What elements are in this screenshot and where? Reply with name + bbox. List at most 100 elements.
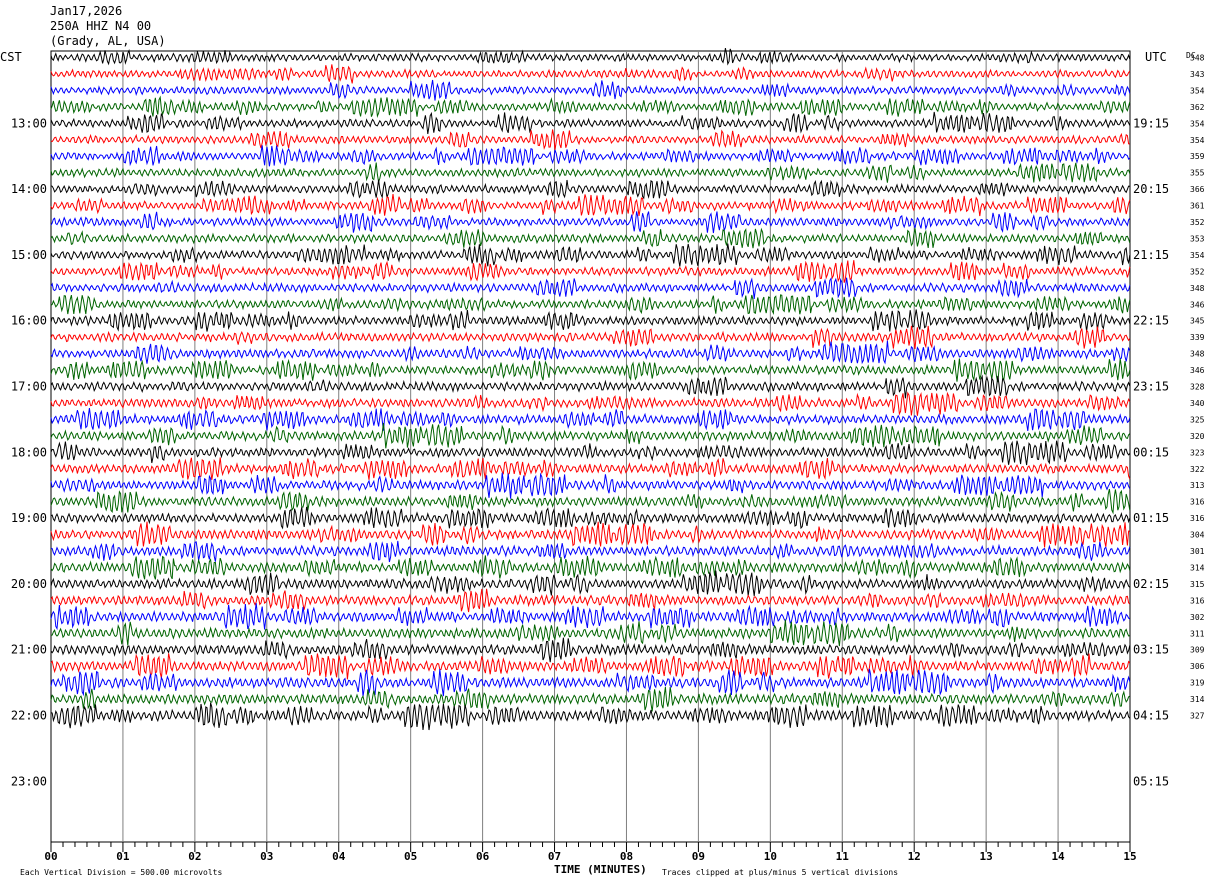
trace-line <box>50 309 1131 332</box>
utc-axis-label: UTC <box>1145 50 1167 64</box>
trace-line <box>50 211 1131 234</box>
dc-value: 354 <box>1190 119 1205 128</box>
trace-group <box>50 48 1131 731</box>
trace-line <box>50 686 1131 712</box>
dc-value: 361 <box>1190 202 1205 211</box>
cst-hour-label: 18:00 <box>11 445 47 459</box>
dc-value: 316 <box>1190 596 1205 605</box>
trace-line <box>50 79 1131 101</box>
trace-line <box>50 277 1131 300</box>
dc-value: 316 <box>1190 514 1205 523</box>
trace-line <box>50 506 1131 530</box>
dc-value: 301 <box>1190 547 1205 556</box>
dc-value: 319 <box>1190 679 1205 688</box>
cst-axis-label: CST <box>0 50 22 64</box>
x-tick-label: 05 <box>404 850 417 863</box>
cst-hour-label: 22:00 <box>11 709 47 723</box>
dc-value: 306 <box>1190 662 1205 671</box>
x-tick-label: 06 <box>476 850 490 863</box>
utc-hour-label: 05:15 <box>1133 774 1169 788</box>
dc-value: 311 <box>1190 629 1205 638</box>
dc-value: 352 <box>1190 218 1205 227</box>
dc-value: 314 <box>1190 695 1205 704</box>
dc-value: 362 <box>1190 103 1205 112</box>
trace-line <box>50 668 1131 697</box>
x-tick-label: 09 <box>692 850 705 863</box>
cst-hour-label: 21:00 <box>11 643 47 657</box>
dc-value: 348 <box>1190 54 1205 63</box>
utc-hour-label: 00:15 <box>1133 445 1169 459</box>
cst-hour-label: 23:00 <box>11 774 47 788</box>
dc-value: 346 <box>1190 366 1205 375</box>
utc-hour-label: 19:15 <box>1133 116 1169 130</box>
utc-hour-label: 02:15 <box>1133 577 1169 591</box>
cst-hour-label: 13:00 <box>11 116 47 130</box>
x-tick-label: 07 <box>548 850 561 863</box>
dc-value: 340 <box>1190 399 1205 408</box>
dc-value: 343 <box>1190 70 1205 79</box>
x-tick-label: 02 <box>188 850 201 863</box>
trace-line <box>50 653 1131 680</box>
dc-value: 346 <box>1190 300 1205 309</box>
trace-line <box>50 179 1130 200</box>
trace-line <box>50 637 1131 663</box>
clip-note: Traces clipped at plus/minus 5 vertical … <box>662 868 898 877</box>
dc-value: 323 <box>1190 448 1205 457</box>
cst-hour-label: 17:00 <box>11 380 47 394</box>
x-tick-label: 08 <box>620 850 633 863</box>
trace-line <box>50 374 1131 399</box>
dc-value: 355 <box>1190 169 1205 178</box>
dc-value: 302 <box>1190 613 1205 622</box>
cst-hour-label: 15:00 <box>11 248 47 262</box>
cst-hour-label: 14:00 <box>11 182 47 196</box>
x-axis-title: TIME (MINUTES) <box>554 863 647 876</box>
x-tick-label: 03 <box>260 850 273 863</box>
dc-value: 325 <box>1190 415 1205 424</box>
x-tick-label: 13 <box>980 850 993 863</box>
trace-line <box>50 95 1131 118</box>
utc-hour-label: 23:15 <box>1133 380 1169 394</box>
dc-value: 348 <box>1190 284 1205 293</box>
x-tick-label: 10 <box>764 850 777 863</box>
trace-line <box>50 64 1131 84</box>
trace-line <box>50 457 1131 481</box>
dc-value: 322 <box>1190 465 1205 474</box>
trace-line <box>50 619 1130 647</box>
dc-value: 339 <box>1190 333 1205 342</box>
x-tick-label: 14 <box>1051 850 1065 863</box>
x-tick-label: 15 <box>1123 850 1136 863</box>
trace-line <box>50 227 1131 249</box>
x-tick-label: 01 <box>116 850 130 863</box>
dc-value: 354 <box>1190 136 1205 145</box>
dc-value: 315 <box>1190 580 1205 589</box>
x-tick-label: 11 <box>836 850 850 863</box>
dc-value: 313 <box>1190 481 1205 490</box>
trace-line <box>50 408 1131 431</box>
utc-hour-label: 21:15 <box>1133 248 1169 262</box>
dc-value: 353 <box>1190 234 1205 243</box>
scale-note: Each Vertical Division = 500.00 microvol… <box>20 868 222 877</box>
dc-value: 309 <box>1190 646 1205 655</box>
dc-value: 359 <box>1190 152 1205 161</box>
trace-line <box>50 588 1131 613</box>
trace-line <box>50 521 1130 548</box>
trace-line <box>50 702 1131 731</box>
trace-line <box>50 603 1131 631</box>
trace-line <box>50 145 1131 167</box>
trace-line <box>50 325 1131 349</box>
trace-line <box>50 340 1131 365</box>
dc-value: 304 <box>1190 531 1205 540</box>
dc-value: 366 <box>1190 185 1205 194</box>
seismogram-chart: 00 01 02 03 04 05 06 07 08 09 10 11 12 13 14 15CST UTC DC… <box>0 48 1205 877</box>
trace-line <box>50 48 1131 66</box>
dc-value: 316 <box>1190 498 1205 507</box>
dc-value: 345 <box>1190 317 1205 326</box>
trace-line <box>50 540 1131 563</box>
cst-hour-label: 16:00 <box>11 314 47 328</box>
x-tick-label: 00 <box>44 850 57 863</box>
dc-value: 314 <box>1190 563 1205 572</box>
utc-hour-label: 22:15 <box>1133 314 1169 328</box>
trace-line <box>50 440 1131 466</box>
utc-hour-label: 01:15 <box>1133 511 1169 525</box>
trace-line <box>50 111 1131 135</box>
